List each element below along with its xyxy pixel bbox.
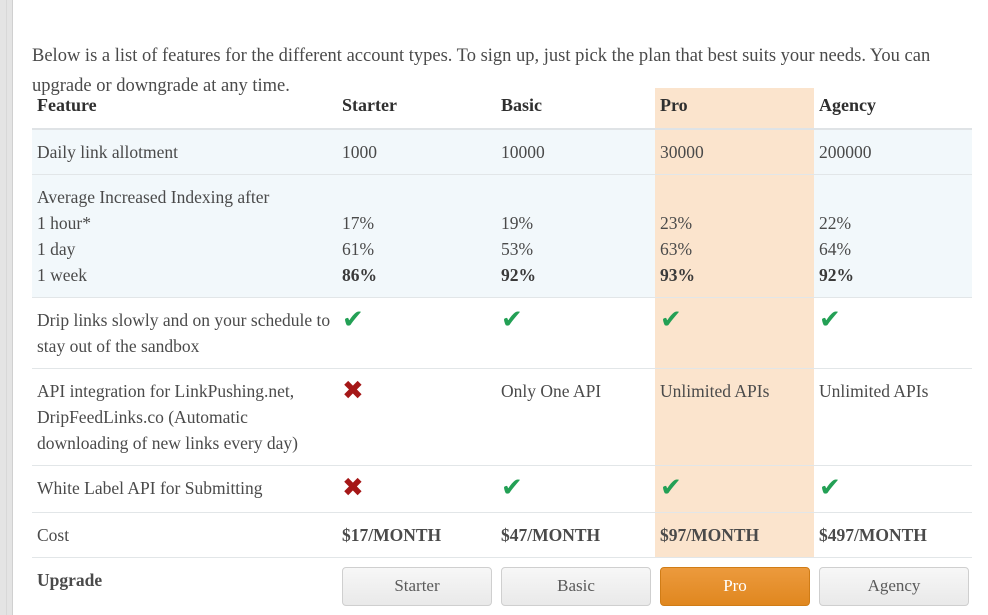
- row-label-api-integration: API integration for LinkPushing.net, Dri…: [32, 368, 337, 466]
- value-pro-1-day: 63%: [660, 239, 693, 259]
- column-header-starter: Starter: [337, 88, 496, 130]
- value-starter-1-day: 61%: [342, 239, 375, 259]
- table-row: Average Increased Indexing after 1 hour*…: [32, 174, 972, 298]
- table-row: Cost $17/MONTH $47/MONTH $97/MONTH $497/…: [32, 512, 972, 558]
- value-agency-1-day: 64%: [819, 239, 852, 259]
- table-row: API integration for LinkPushing.net, Dri…: [32, 368, 972, 466]
- cell-starter-api-integration: ✖: [337, 368, 496, 466]
- cell-basic-upgrade: Basic: [496, 557, 655, 615]
- cell-pro-api-integration: Unlimited APIs: [655, 368, 814, 466]
- check-icon: ✔: [501, 473, 523, 503]
- check-icon: ✔: [660, 305, 682, 335]
- cell-basic-cost: $47/MONTH: [496, 512, 655, 558]
- indexing-title: Average Increased Indexing after: [37, 187, 270, 207]
- cell-starter-drip-links: ✔: [337, 297, 496, 369]
- check-icon: ✔: [819, 305, 841, 335]
- value-basic-1-day: 53%: [501, 239, 534, 259]
- column-header-basic: Basic: [496, 88, 655, 130]
- cell-agency-drip-links: ✔: [814, 297, 972, 369]
- value-pro-1-hour: 23%: [660, 213, 693, 233]
- value-basic-1-week: 92%: [501, 265, 536, 285]
- cell-pro-drip-links: ✔: [655, 297, 814, 369]
- table-row: Daily link allotment 1000 10000 30000 20…: [32, 128, 972, 175]
- value-agency-1-hour: 22%: [819, 213, 852, 233]
- row-label-white-label-api: White Label API for Submitting: [32, 465, 337, 513]
- check-icon: ✔: [660, 473, 682, 503]
- check-icon: ✔: [819, 473, 841, 503]
- cell-pro-cost: $97/MONTH: [655, 512, 814, 558]
- feature-comparison-table: Feature Starter Basic Pro Agency Daily l…: [32, 88, 972, 615]
- cell-basic-api-integration: Only One API: [496, 368, 655, 466]
- value-agency-1-week: 92%: [819, 265, 854, 285]
- page-content: Below is a list of features for the diff…: [13, 0, 988, 615]
- cell-starter-upgrade: Starter: [337, 557, 496, 615]
- column-header-agency: Agency: [814, 88, 972, 130]
- table-row: White Label API for Submitting ✖ ✔ ✔ ✔: [32, 465, 972, 513]
- value-basic-1-hour: 19%: [501, 213, 534, 233]
- cell-agency-daily-link-allotment: 200000: [814, 128, 972, 175]
- cell-starter-daily-link-allotment: 1000: [337, 128, 496, 175]
- cross-icon: ✖: [342, 376, 364, 406]
- cell-agency-upgrade: Agency: [814, 557, 972, 615]
- cell-pro-white-label-api: ✔: [655, 465, 814, 513]
- cell-starter-cost: $17/MONTH: [337, 512, 496, 558]
- upgrade-button-basic[interactable]: Basic: [501, 567, 651, 606]
- page-left-gutter: [0, 0, 13, 615]
- cell-basic-white-label-api: ✔: [496, 465, 655, 513]
- cell-basic-drip-links: ✔: [496, 297, 655, 369]
- cell-pro-daily-link-allotment: 30000: [655, 128, 814, 175]
- cell-agency-api-integration: Unlimited APIs: [814, 368, 972, 466]
- value-pro-1-week: 93%: [660, 265, 695, 285]
- cell-agency-indexing: 22% 64% 92%: [814, 174, 972, 298]
- cell-starter-white-label-api: ✖: [337, 465, 496, 513]
- value-starter-1-hour: 17%: [342, 213, 375, 233]
- table-header: Feature Starter Basic Pro Agency: [32, 88, 972, 130]
- indexing-sublabel-1-hour: 1 hour*: [37, 213, 91, 233]
- cell-agency-white-label-api: ✔: [814, 465, 972, 513]
- cell-basic-daily-link-allotment: 10000: [496, 128, 655, 175]
- feature-comparison-table-wrapper: Feature Starter Basic Pro Agency Daily l…: [32, 88, 972, 615]
- table-header-row: Feature Starter Basic Pro Agency: [32, 88, 972, 130]
- upgrade-button-pro[interactable]: Pro: [660, 567, 810, 606]
- indexing-sublabel-1-day: 1 day: [37, 239, 76, 259]
- table-body: Daily link allotment 1000 10000 30000 20…: [32, 128, 972, 615]
- cell-pro-upgrade: Pro: [655, 557, 814, 615]
- row-label-cost: Cost: [32, 512, 337, 558]
- row-label-average-increased-indexing: Average Increased Indexing after 1 hour*…: [32, 174, 337, 298]
- row-label-daily-link-allotment: Daily link allotment: [32, 128, 337, 175]
- value-starter-1-week: 86%: [342, 265, 377, 285]
- upgrade-button-agency[interactable]: Agency: [819, 567, 969, 606]
- row-label-drip-links: Drip links slowly and on your schedule t…: [32, 297, 337, 369]
- cell-agency-cost: $497/MONTH: [814, 512, 972, 558]
- indexing-sublabel-1-week: 1 week: [37, 265, 88, 285]
- check-icon: ✔: [501, 305, 523, 335]
- column-header-feature: Feature: [32, 88, 337, 130]
- cell-basic-indexing: 19% 53% 92%: [496, 174, 655, 298]
- row-label-upgrade: Upgrade: [32, 557, 337, 615]
- column-header-pro: Pro: [655, 88, 814, 130]
- cross-icon: ✖: [342, 473, 364, 503]
- upgrade-row: Upgrade Starter Basic Pro Agency: [32, 557, 972, 615]
- upgrade-button-starter[interactable]: Starter: [342, 567, 492, 606]
- cell-starter-indexing: 17% 61% 86%: [337, 174, 496, 298]
- table-row: Drip links slowly and on your schedule t…: [32, 297, 972, 369]
- check-icon: ✔: [342, 305, 364, 335]
- cell-pro-indexing: 23% 63% 93%: [655, 174, 814, 298]
